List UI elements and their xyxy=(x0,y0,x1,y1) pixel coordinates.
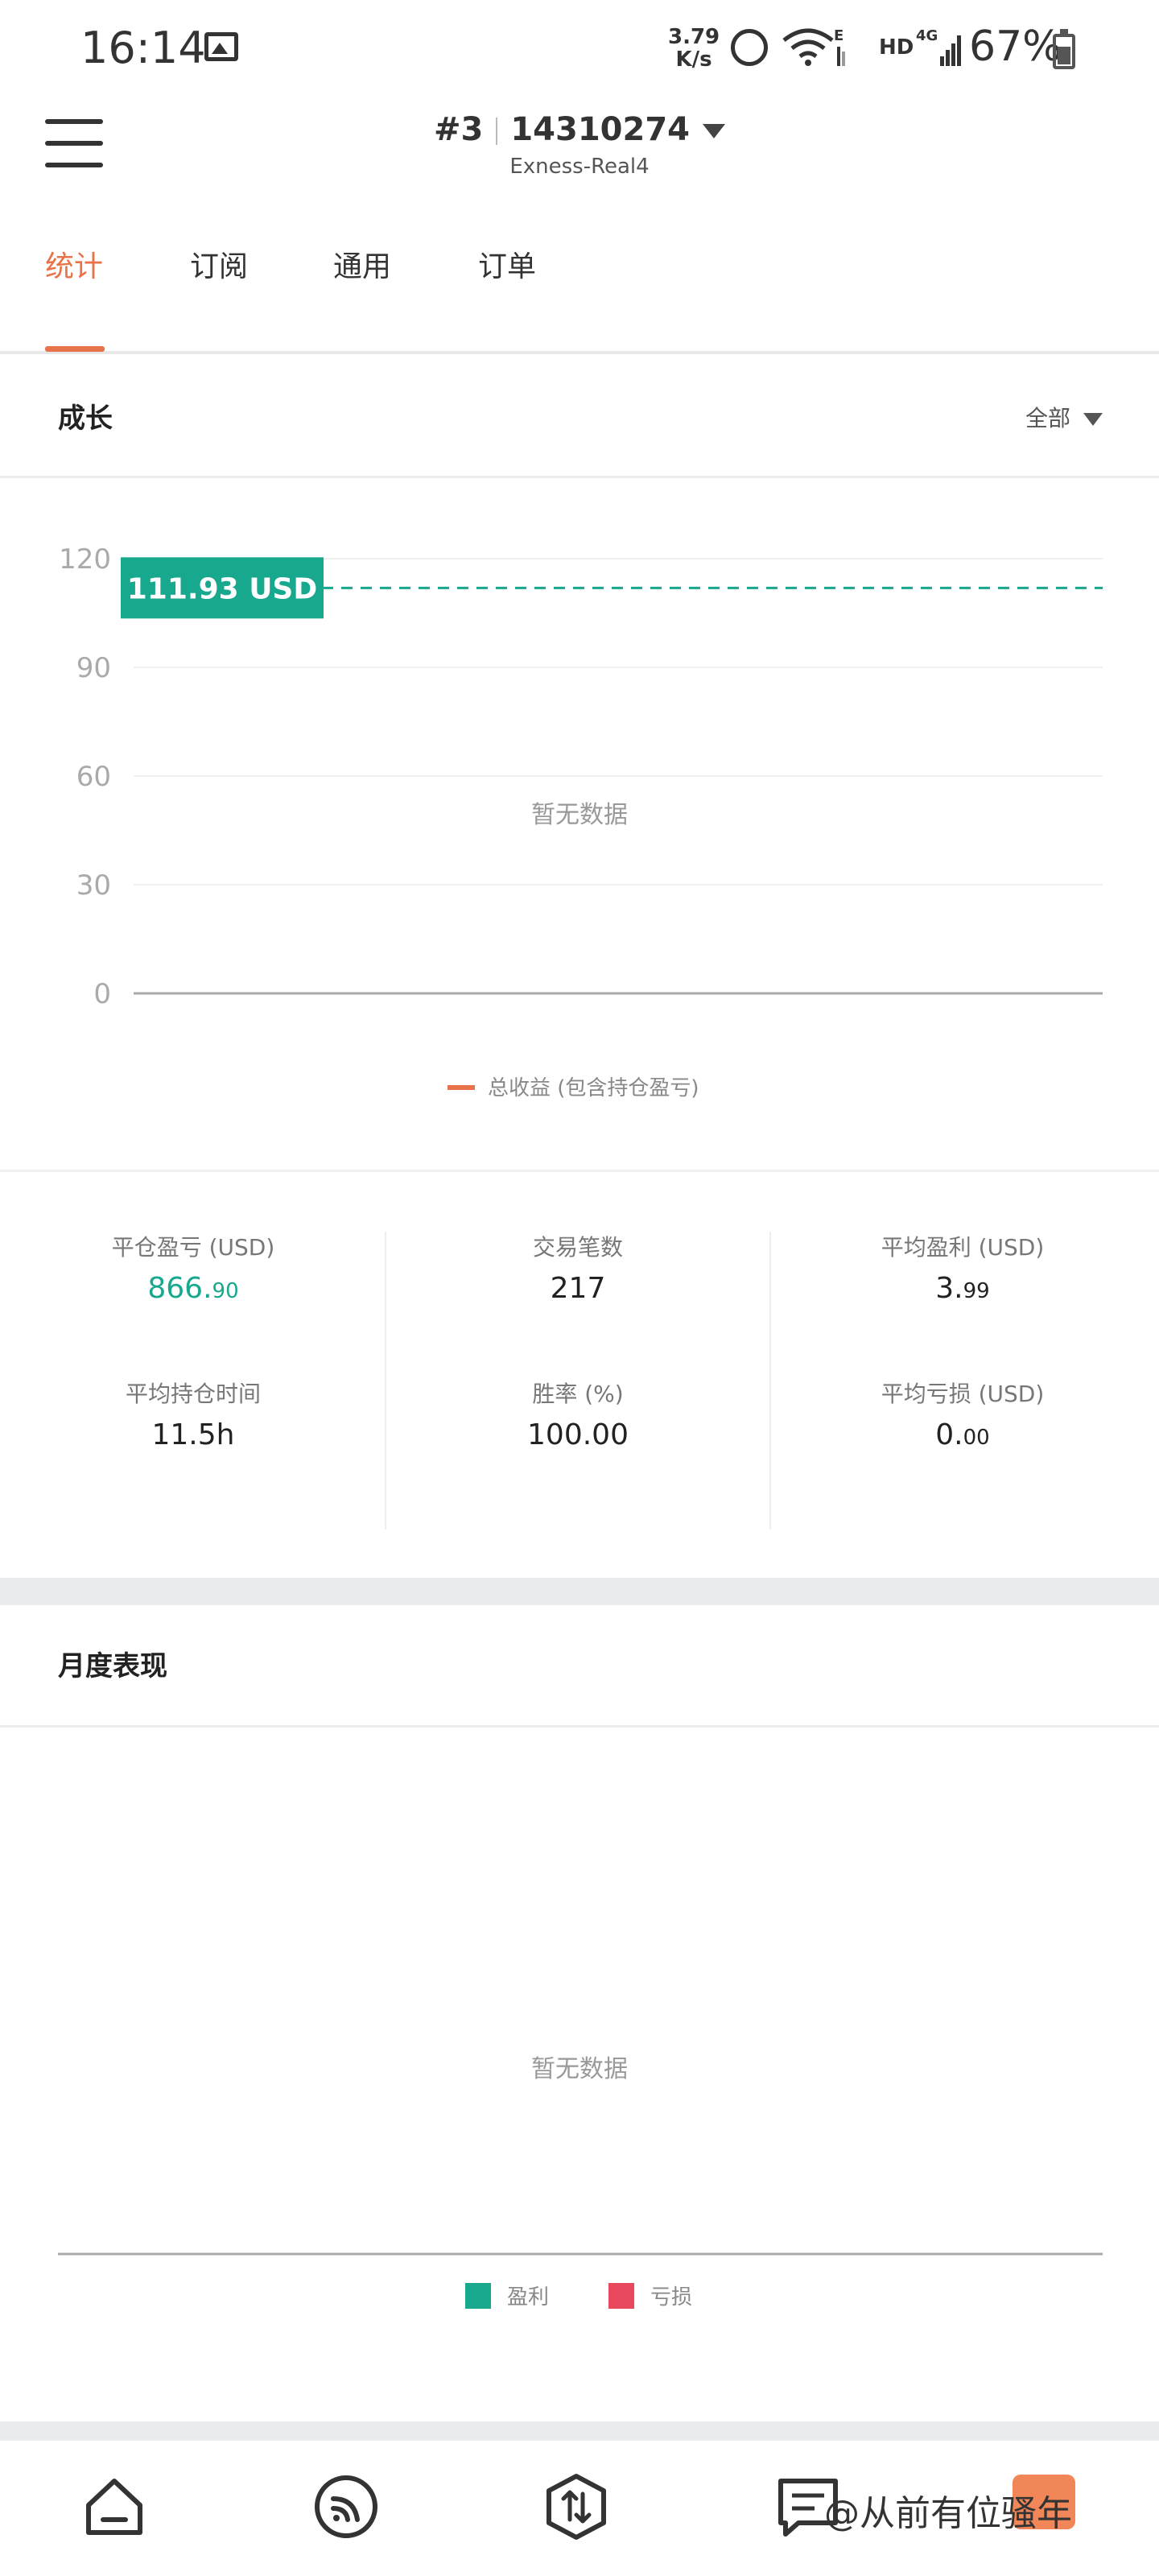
status-time: 16:14 xyxy=(80,23,206,73)
monthly-title: 月度表现 xyxy=(58,1650,167,1682)
active-tab-indicator xyxy=(45,346,105,352)
growth-title: 成长 xyxy=(58,402,113,435)
tab-subscription[interactable]: 订阅 xyxy=(190,243,248,285)
y-tick-label: 30 xyxy=(76,869,111,902)
stat-cell: 平仓盈亏 (USD) 866.90 xyxy=(0,1230,386,1305)
stat-value-int: 100.00 xyxy=(527,1418,629,1451)
monthly-chart: 暂无数据盈利 亏损 xyxy=(0,1729,1159,2421)
stat-value: 0.00 xyxy=(769,1418,1156,1451)
monthly-card-header: 月度表现 xyxy=(0,1605,1159,1728)
section-gap xyxy=(0,1578,1159,1605)
stat-value: 100.00 xyxy=(385,1418,771,1451)
legend-swatch xyxy=(448,1085,475,1090)
tab-orders[interactable]: 订单 xyxy=(478,243,536,285)
current-value-badge-text: 111.93 USD xyxy=(127,572,318,605)
stat-cell: 平均亏损 (USD) 0.00 xyxy=(769,1377,1156,1451)
y-tick-label: 90 xyxy=(76,652,111,684)
stat-label: 平均亏损 (USD) xyxy=(881,1381,1045,1407)
legend-loss-label: 亏损 xyxy=(650,2285,692,2310)
hd-indicator: HD xyxy=(879,35,914,60)
home-icon[interactable] xyxy=(80,2473,148,2541)
watermark-text: @从前有位骚年 xyxy=(824,2493,1072,2534)
stat-value-dec: 99 xyxy=(963,1279,990,1303)
stat-value-dec: 00 xyxy=(963,1426,990,1450)
battery-percent: 67% xyxy=(969,23,1062,71)
app-header: #3 14310274 Exness-Real4 xyxy=(0,97,1159,209)
status-bar: 16:14 3.79 K/s E HD 4G 67% xyxy=(0,0,1159,97)
stat-value: 866.90 xyxy=(0,1272,386,1305)
stat-value: 11.5h xyxy=(0,1418,386,1451)
battery-icon xyxy=(1053,29,1075,69)
stat-label: 平仓盈亏 (USD) xyxy=(111,1234,275,1261)
section-gap xyxy=(0,2421,1159,2439)
growth-chart-svg: 120 90 60 30 0 111.93 USD 暂无数据总收益 (包含持仓盈亏) xyxy=(59,543,1103,1100)
stat-value-int: 0. xyxy=(935,1418,963,1451)
stat-cell: 交易笔数 217 xyxy=(385,1230,771,1305)
stats-divider xyxy=(769,1232,771,1530)
alarm-icon xyxy=(731,29,768,66)
tab-statistics[interactable]: 统计 xyxy=(45,243,103,285)
caret-down-icon xyxy=(703,124,725,138)
stat-value: 3.99 xyxy=(769,1272,1156,1305)
y-tick-label: 120 xyxy=(59,543,111,576)
growth-chart: 120 90 60 30 0 111.93 USD 暂无数据总收益 (包含持仓盈亏) xyxy=(0,480,1159,1172)
monthly-chart-svg: 暂无数据盈利 亏损 xyxy=(58,2055,1103,2310)
caret-down-icon xyxy=(1083,413,1103,426)
stat-cell: 平均盈利 (USD) 3.99 xyxy=(769,1230,1156,1305)
account-index: #3 xyxy=(433,111,484,148)
legend-profit-swatch xyxy=(465,2283,491,2309)
network-type-text: 4G xyxy=(916,27,938,44)
stats-divider xyxy=(385,1232,386,1530)
account-number: 14310274 xyxy=(510,111,690,148)
network-speed-value: 3.79 xyxy=(668,25,720,49)
stat-label: 平均盈利 (USD) xyxy=(881,1234,1045,1261)
growth-card-header: 成长 全部 xyxy=(0,357,1159,478)
gallery-notification-icon xyxy=(204,32,238,61)
trade-icon[interactable] xyxy=(542,2473,610,2541)
tab-bar: 统计 订阅 通用 订单 xyxy=(0,209,1159,354)
network-speed: 3.79 K/s xyxy=(668,26,720,71)
account-selector[interactable]: #3 14310274 Exness-Real4 xyxy=(0,111,1159,179)
stat-value-dec: 90 xyxy=(212,1279,239,1303)
stat-value: 217 xyxy=(385,1272,771,1305)
cellular-signal-icon: 4G xyxy=(916,27,961,66)
legend-loss-swatch xyxy=(608,2283,634,2309)
y-tick-label: 60 xyxy=(76,761,111,793)
stat-cell: 平均持仓时间 11.5h xyxy=(0,1377,386,1451)
wifi-badge-text: E xyxy=(834,27,843,44)
stat-label: 平均持仓时间 xyxy=(125,1381,261,1407)
stat-value-int: 11.5h xyxy=(151,1418,235,1451)
stat-value-int: 866. xyxy=(147,1272,212,1305)
account-separator xyxy=(496,118,498,145)
empty-state-text: 暂无数据 xyxy=(531,2055,628,2083)
legend-profit-label: 盈利 xyxy=(507,2285,549,2310)
stat-label: 交易笔数 xyxy=(532,1234,623,1261)
wifi-icon: E xyxy=(782,27,845,66)
stat-value-int: 3. xyxy=(935,1272,963,1305)
period-filter[interactable]: 全部 xyxy=(1025,401,1103,433)
stat-value-int: 217 xyxy=(550,1272,606,1305)
stat-label: 胜率 (%) xyxy=(532,1381,624,1407)
tab-general[interactable]: 通用 xyxy=(333,243,391,285)
period-filter-label: 全部 xyxy=(1025,405,1070,431)
empty-state-text: 暂无数据 xyxy=(531,801,628,829)
legend-label: 总收益 (包含持仓盈亏) xyxy=(488,1076,699,1100)
stat-cell: 胜率 (%) 100.00 xyxy=(385,1377,771,1451)
network-speed-unit: K/s xyxy=(675,47,712,72)
signals-feed-icon[interactable] xyxy=(312,2473,380,2541)
account-server: Exness-Real4 xyxy=(509,155,650,179)
y-tick-label: 0 xyxy=(93,978,111,1010)
